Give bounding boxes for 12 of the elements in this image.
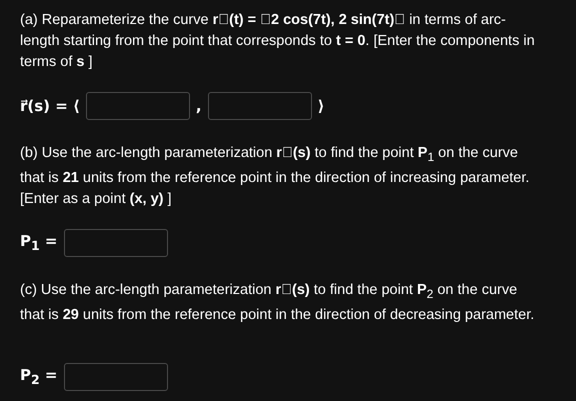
question-text: (c) Use the arc-length parameterization r⃗(s) to find the point P$_{2}$ on the curve that is 29 units from the reference point in the direction of decreasing parameter. xyxy=(20,280,536,325)
math-label: ⟩ xyxy=(318,97,324,115)
math-label: P$_{1}$ = xyxy=(20,232,58,254)
question-text: (b) Use the arc-length parameterization r⃗(s) to find the point P$_{1}$ on the curve that is 21 units from the reference point in the direction of increasing parameter. [Enter as a point (x, y) ] xyxy=(20,144,530,209)
answer-field[interactable] xyxy=(64,228,168,257)
math-label: P$_{2}$ = xyxy=(20,366,58,388)
math-label: r⃗(s) = ⟨ xyxy=(20,97,80,115)
answer-field[interactable] xyxy=(208,92,312,120)
math-label: , xyxy=(196,97,202,115)
answer-field[interactable] xyxy=(64,362,168,391)
question-text: (a) Reparameterize the curve r⃗(t) = ⟨2 cos(7t), 2 sin(7t)⟩ in terms of arc-length starting from the point that corresponds to t = 0. [Enter the components in terms of s ] xyxy=(20,11,536,72)
answer-field[interactable] xyxy=(86,92,190,120)
